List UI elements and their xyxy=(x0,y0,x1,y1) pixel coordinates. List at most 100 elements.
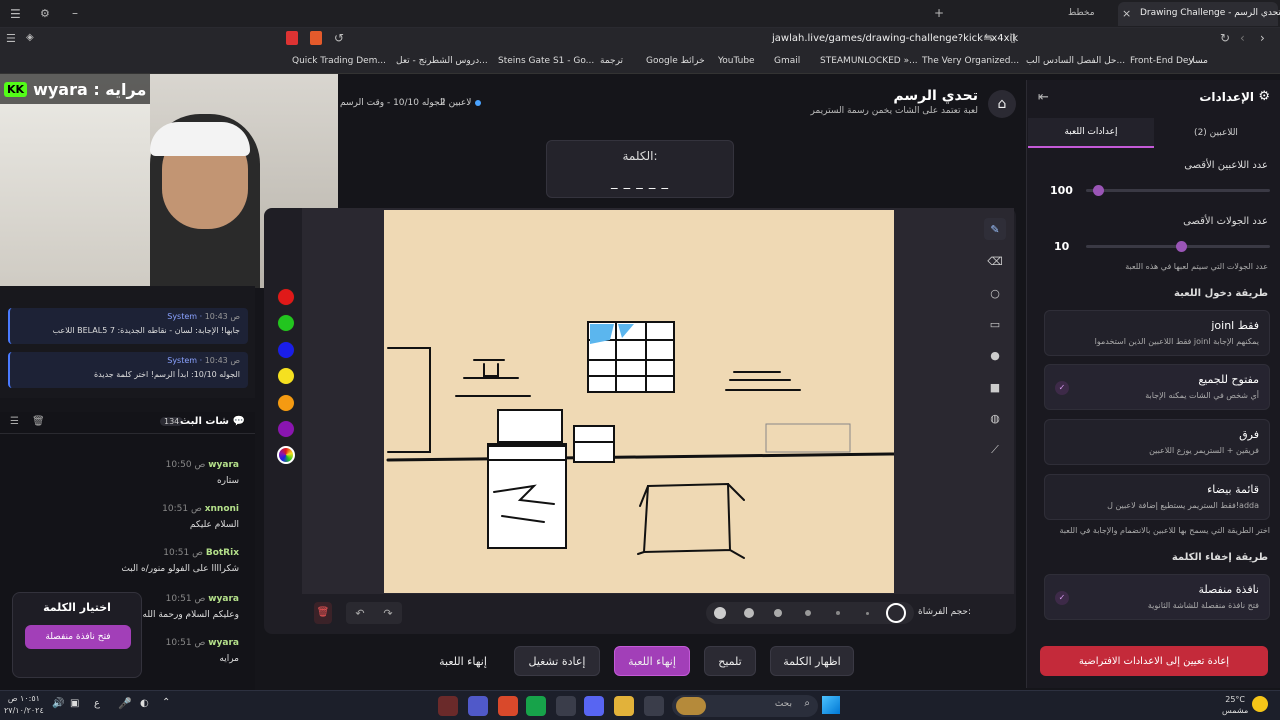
join-option-whitelist[interactable]: قائمة بيضاء فقط الستريمر يستطيع إضافة لا… xyxy=(1044,474,1270,520)
network-icon[interactable]: ▣ xyxy=(70,698,79,709)
system-message-header: System · 10:43 ص xyxy=(167,312,240,321)
brush-size-lg[interactable] xyxy=(744,608,754,618)
open-window-button[interactable]: فتح نافذة منفصلة xyxy=(25,625,131,649)
chat-menu-icon[interactable]: ☰ xyxy=(10,416,19,427)
browser-settings-icon[interactable]: ⚙ xyxy=(40,7,50,20)
bookmark-item[interactable]: Google خرائط xyxy=(646,56,705,66)
share-icon[interactable]: ↺ xyxy=(334,31,344,45)
max-rounds-thumb[interactable] xyxy=(1176,241,1187,252)
reload-icon[interactable]: ↻ xyxy=(1220,31,1230,45)
brave-rewards-icon[interactable] xyxy=(310,31,322,45)
show-word-button[interactable]: اظهار الكلمة xyxy=(770,646,854,676)
circle-icon[interactable]: ○ xyxy=(984,282,1006,304)
xbox-icon[interactable] xyxy=(526,696,546,716)
bookmark-item[interactable]: YouTube xyxy=(718,56,755,66)
teams-icon[interactable] xyxy=(468,696,488,716)
taskbar-search[interactable]: بحث ⌕ xyxy=(672,695,818,717)
hide-option-window[interactable]: ✓ نافذة منفصلة فتح نافذة منفصلة للشاشة ا… xyxy=(1044,574,1270,620)
site-settings-icon[interactable]: ⇆ xyxy=(984,31,993,44)
bookmark-item[interactable]: Gmail xyxy=(774,56,800,66)
back-icon[interactable]: › xyxy=(1260,31,1265,45)
minimize-icon[interactable]: – xyxy=(72,6,78,20)
brush-size-md[interactable] xyxy=(774,609,782,617)
bookmark-item[interactable]: حل الفصل السادس الب... xyxy=(1026,56,1125,66)
active-tab[interactable]: × Drawing Challenge - تحدي الرسم xyxy=(1118,2,1280,26)
menu-icon[interactable]: ☰ xyxy=(6,32,16,45)
rectangle-icon[interactable]: ▭ xyxy=(984,313,1006,335)
bookmark-item[interactable]: The Very Organized... xyxy=(922,56,1019,66)
redo-icon[interactable]: ↷ xyxy=(383,607,392,620)
store-icon[interactable] xyxy=(556,696,576,716)
new-tab-icon[interactable]: + xyxy=(934,6,944,20)
undo-icon[interactable]: ↶ xyxy=(355,607,364,620)
join-option-joinl[interactable]: joinl فقط فقط اللاعبين الذين استخدموا jo… xyxy=(1044,310,1270,356)
bookmark-item[interactable]: دروس الشطرنج - تعل... xyxy=(396,56,488,66)
end-game-button[interactable]: إنهاء اللعبة xyxy=(614,646,690,676)
discord-icon[interactable] xyxy=(584,696,604,716)
brave-shield-icon[interactable] xyxy=(286,31,298,45)
option-description: فقط الستريمر يستطيع إضافة لاعبين ل!adda xyxy=(1107,501,1259,510)
bookmark-item[interactable]: Steins Gate S1 - Go... xyxy=(498,56,594,66)
color-purple[interactable] xyxy=(277,420,295,438)
color-picker-icon[interactable] xyxy=(277,446,295,464)
max-players-thumb[interactable] xyxy=(1093,185,1104,196)
volume-icon[interactable]: 🔊 xyxy=(52,698,64,709)
bookmark-item[interactable]: ترجمة xyxy=(600,56,623,66)
file-explorer-icon[interactable] xyxy=(614,696,634,716)
close-tab-icon[interactable]: × xyxy=(1122,7,1131,20)
message-time: 10:51 ص xyxy=(163,548,203,558)
clock[interactable]: ١٠:٥١ ص ٢٧/١٠/٢٠٢٤ xyxy=(4,693,44,717)
tray-chevron-icon[interactable]: ⌃ xyxy=(162,697,170,708)
max-players-slider[interactable] xyxy=(1086,185,1270,196)
clear-canvas-icon[interactable]: 🗑 xyxy=(314,602,332,624)
bookmark-item[interactable]: مسار xyxy=(1188,56,1208,66)
language-icon[interactable]: ع xyxy=(94,698,100,709)
line-icon[interactable]: ⟋ xyxy=(984,439,1006,461)
brush-size-xxs[interactable] xyxy=(866,612,869,615)
shield-icon[interactable]: ◈ xyxy=(26,32,34,43)
color-red[interactable] xyxy=(277,288,295,306)
address-bar: ☰ ◈ ↺ jawlah.live/games/drawing-challeng… xyxy=(0,28,1280,52)
drawing-canvas[interactable] xyxy=(384,210,896,593)
restart-button[interactable]: إعادة تشغيل xyxy=(514,646,600,676)
task-view-icon[interactable] xyxy=(644,696,664,716)
color-orange[interactable] xyxy=(277,394,295,412)
color-yellow[interactable] xyxy=(277,367,295,385)
tab-game-settings[interactable]: إعدادات اللعبة xyxy=(1028,118,1154,148)
brush-size-selected[interactable] xyxy=(886,603,906,623)
reset-defaults-button[interactable]: إعادة تعيين إلى الاعدادات الافتراضية xyxy=(1040,646,1268,676)
brush-size-xs[interactable] xyxy=(836,611,840,615)
brush-size-xl[interactable] xyxy=(714,607,726,619)
weather-widget[interactable]: 25°C مشمس xyxy=(1222,694,1248,716)
max-rounds-slider[interactable] xyxy=(1086,241,1270,252)
bookmark-icon[interactable]: ▯ xyxy=(1010,31,1016,44)
join-option-teams[interactable]: فرق فريقين + الستريمر يوزع اللاعبين xyxy=(1044,419,1270,465)
color-green[interactable] xyxy=(277,314,295,332)
chat-delete-icon[interactable]: 🗑 xyxy=(32,416,45,427)
tab-secondary[interactable]: مخطط xyxy=(1068,8,1095,18)
app-taskbar-icon[interactable] xyxy=(438,696,458,716)
url-text[interactable]: jawlah.live/games/drawing-challenge?kick… xyxy=(772,33,1018,44)
bookmark-item[interactable]: Quick Trading Dem... xyxy=(292,56,386,66)
microphone-icon[interactable]: 🎤 xyxy=(118,697,132,710)
join-option-open[interactable]: ✓ مفتوح للجميع أي شخص في الشات يمكنه الإ… xyxy=(1044,364,1270,410)
fill-bucket-icon[interactable]: ◍ xyxy=(984,407,1006,429)
brush-size-sm[interactable] xyxy=(805,610,811,616)
collapse-panel-icon[interactable]: ⇤ xyxy=(1038,90,1049,105)
color-blue[interactable] xyxy=(277,341,295,359)
pencil-icon[interactable]: ✎ xyxy=(984,218,1006,240)
forward-icon[interactable]: ‹ xyxy=(1240,31,1245,45)
hint-button[interactable]: تلميح xyxy=(704,646,756,676)
end-game-link[interactable]: إنهاء اللعبة xyxy=(430,646,496,676)
menu-icon[interactable]: ☰ xyxy=(10,7,21,21)
eraser-icon[interactable]: ⌫ xyxy=(984,250,1006,272)
windows-start-icon[interactable] xyxy=(822,696,840,714)
brave-icon[interactable] xyxy=(498,696,518,716)
tab-players[interactable]: اللاعبين (2) xyxy=(1154,118,1278,148)
tray-app-icon[interactable]: ◐ xyxy=(140,698,149,709)
word-label: الكلمة: xyxy=(622,149,658,163)
bookmark-item[interactable]: STEAMUNLOCKED »... xyxy=(820,56,918,66)
filled-rectangle-icon[interactable]: ■ xyxy=(984,376,1006,398)
brush-size-label: حجم الفرشاة: xyxy=(918,607,972,617)
filled-circle-icon[interactable]: ● xyxy=(984,344,1006,366)
